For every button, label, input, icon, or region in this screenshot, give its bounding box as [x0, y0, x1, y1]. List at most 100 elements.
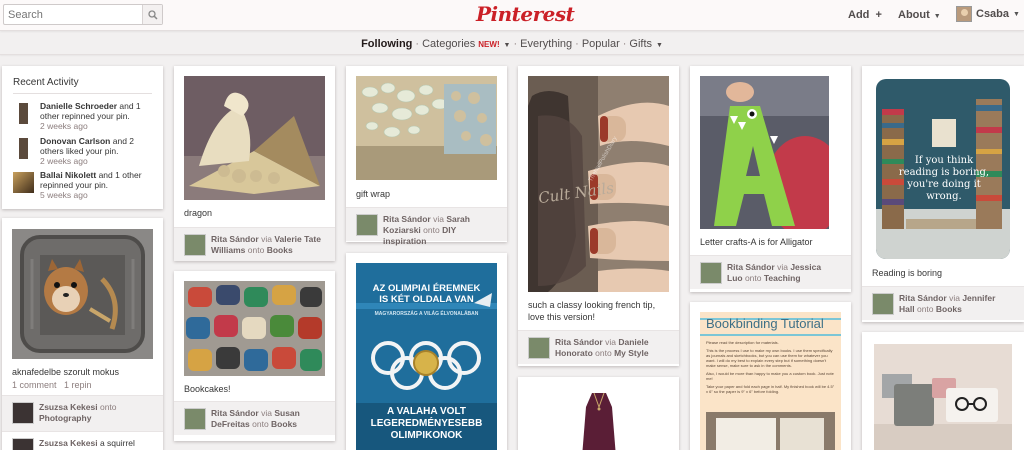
pin-image[interactable]: If you think reading is boring, you're d… [876, 79, 1010, 259]
board-name[interactable]: Books [271, 419, 297, 429]
new-badge: NEW! [478, 40, 500, 49]
user-thumbnail[interactable] [184, 234, 206, 256]
pin-card[interactable]: Cult Nails TheNailPolishDiary such a cla… [518, 66, 679, 366]
bookcakes-photo [184, 281, 325, 376]
pin-card[interactable]: AZ OLIMPIAI ÉREMNEK IS KÉT OLDALA VAN MA… [346, 253, 507, 450]
add-menu[interactable]: Add + [848, 9, 882, 21]
board-name[interactable]: Photography [39, 413, 91, 423]
pin-card[interactable]: If you think reading is boring, you're d… [862, 66, 1024, 322]
alligator-craft-photo [700, 76, 829, 229]
activity-user[interactable]: Danielle Schroeder [40, 101, 117, 111]
activity-user[interactable]: Ballai Nikolett [40, 170, 96, 180]
gifts-label: Gifts [629, 38, 653, 50]
comment-count-link[interactable]: 1 comment [12, 380, 57, 390]
pin-attribution: Zsuzsa Kekesi onto Photography [2, 395, 163, 431]
pinner-name[interactable]: Rita Sándor [555, 337, 603, 347]
olympics-headline-2: IS KÉT OLDALA VAN [379, 294, 474, 305]
pinner-name[interactable]: Rita Sándor [383, 214, 431, 224]
pin-image[interactable] [528, 387, 669, 450]
recent-activity-title: Recent Activity [13, 77, 79, 88]
tutorial-text-2: This is the process I use to make my own… [706, 348, 833, 368]
recent-activity-panel: Recent Activity Danielle Schroeder and 1… [2, 66, 163, 209]
activity-item[interactable]: Danielle Schroeder and 1 other repinned … [13, 101, 153, 131]
pin-attribution: Rita Sándor via Susan DeFreitas onto Boo… [174, 401, 335, 435]
commenter-name[interactable]: Zsuzsa Kekesi [39, 438, 98, 448]
nav-popular[interactable]: Popular [582, 38, 620, 50]
pin-attribution: Rita Sándor via Jessica Luo onto Teachin… [690, 255, 851, 289]
board-name[interactable]: Teaching [764, 273, 801, 283]
categories-label: Categories [422, 38, 476, 50]
pin-card[interactable]: gift wrap Rita Sándor via Sarah Koziarsk… [346, 66, 507, 246]
via-text: via [949, 293, 960, 303]
user-thumbnail[interactable] [12, 438, 34, 450]
pinner-name[interactable]: Rita Sándor [899, 293, 947, 303]
activity-time: 2 weeks ago [40, 156, 88, 166]
onto-text: onto [423, 225, 440, 235]
pin-image[interactable] [184, 76, 325, 200]
pin-card[interactable] [518, 377, 679, 450]
search-button[interactable] [142, 5, 162, 24]
pin-card[interactable] [862, 332, 1024, 450]
olympics-headline-1: AZ OLIMPIAI ÉREMNEK [372, 283, 481, 294]
onto-text: onto [247, 245, 265, 255]
activity-item[interactable]: Ballai Nikolett and 1 other repinned you… [13, 170, 153, 200]
pin-description: dragon [184, 208, 213, 218]
pinner-name[interactable]: Rita Sándor [727, 262, 775, 272]
pin-image[interactable]: AZ OLIMPIAI ÉREMNEK IS KÉT OLDALA VAN MA… [356, 263, 497, 450]
board-name[interactable]: Books [267, 245, 293, 255]
pin-image[interactable] [184, 281, 325, 376]
pin-attribution: Rita Sándor via Sarah Koziarski onto DIY… [346, 207, 507, 246]
pin-description: Reading is boring [872, 268, 943, 278]
user-thumbnail[interactable] [356, 214, 378, 236]
pin-image[interactable]: Cult Nails TheNailPolishDiary [528, 76, 669, 292]
onto-text: onto [916, 304, 934, 314]
activity-time: 2 weeks ago [40, 121, 88, 131]
nav-everything[interactable]: Everything [520, 38, 572, 50]
user-thumbnail[interactable] [700, 262, 722, 284]
nav-categories[interactable]: Categories NEW! ▼ [422, 38, 510, 50]
activity-item[interactable]: Donovan Carlson and 2 others liked your … [13, 136, 153, 166]
user-thumbnail[interactable] [872, 293, 894, 315]
olympics-footer-2: LEGEREDMÉNYESEBB [370, 418, 483, 429]
search-input[interactable] [4, 5, 142, 24]
pinterest-logo[interactable]: Pinterest [476, 2, 575, 26]
pin-image[interactable]: Bookbinding Tutorial Please read the des… [700, 312, 841, 450]
via-text: via [777, 262, 788, 272]
pinner-name[interactable]: Rita Sándor [211, 408, 259, 418]
olympics-footer-1: A VALAHA VOLT [387, 406, 466, 417]
pin-card[interactable]: Bookcakes! Rita Sándor via Susan DeFreit… [174, 271, 335, 441]
pin-card[interactable]: aknafedelbe szorult mokus 1 comment 1 re… [2, 218, 163, 450]
separator: · [622, 38, 627, 50]
dragon-book-photo [184, 76, 325, 200]
repin-count-link[interactable]: 1 repin [64, 380, 92, 390]
search-icon [147, 9, 158, 20]
tutorial-text-3: Also, I would be more than happy to make… [706, 371, 834, 381]
divider [13, 93, 152, 94]
about-menu[interactable]: About ▼ [898, 9, 941, 21]
user-menu[interactable]: Csaba ▼ [956, 6, 1020, 22]
chevron-down-icon: ▼ [654, 42, 663, 49]
pin-image[interactable] [700, 76, 829, 229]
user-thumbnail[interactable] [528, 337, 550, 359]
pin-image[interactable] [874, 344, 1012, 450]
pin-card[interactable]: Bookbinding Tutorial Please read the des… [690, 302, 851, 450]
pinner-name[interactable]: Zsuzsa Kekesi [39, 402, 98, 412]
onto-text: onto [595, 348, 612, 358]
nav-following[interactable]: Following [361, 38, 412, 50]
olympics-subline: MAGYARORSZÁG A VILÁG ÉLVONALÁBAN [374, 311, 479, 317]
user-thumbnail[interactable] [184, 408, 206, 430]
via-text: via [261, 234, 272, 244]
nav-gifts[interactable]: Gifts ▼ [629, 38, 663, 50]
pin-card[interactable]: Letter crafts-A is for Alligator Rita Sá… [690, 66, 851, 292]
activity-user[interactable]: Donovan Carlson [40, 136, 110, 146]
search-box[interactable] [3, 4, 163, 25]
pin-image[interactable] [356, 76, 497, 180]
via-text: via [605, 337, 616, 347]
user-thumbnail[interactable] [12, 402, 34, 424]
pin-card[interactable]: dragon Rita Sándor via Valerie Tate Will… [174, 66, 335, 261]
board-name[interactable]: Books [936, 304, 962, 314]
pin-image[interactable] [12, 229, 153, 359]
board-name[interactable]: My Style [614, 348, 649, 358]
pin-description: aknafedelbe szorult mokus [12, 367, 120, 377]
pinner-name[interactable]: Rita Sándor [211, 234, 259, 244]
